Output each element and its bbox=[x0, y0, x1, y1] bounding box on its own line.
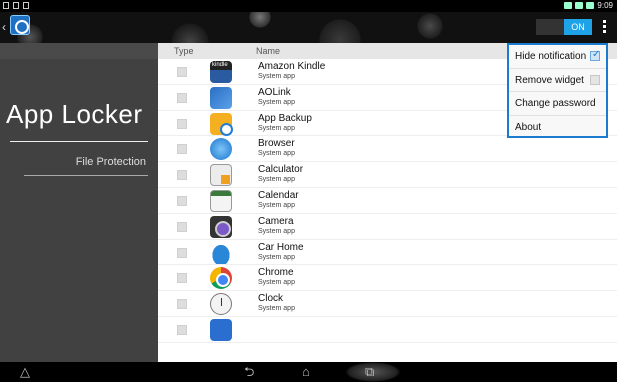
lock-checkbox[interactable] bbox=[177, 299, 187, 310]
notification-icons bbox=[3, 2, 29, 9]
app-name: Camera bbox=[258, 215, 294, 227]
app-backup-icon bbox=[210, 112, 233, 136]
menu-item-hide-notification[interactable]: Hide notification bbox=[509, 45, 606, 69]
list-item[interactable]: Calculator System app bbox=[158, 162, 617, 188]
clock-time: 9:09 bbox=[597, 1, 613, 10]
app-type: System app bbox=[258, 279, 295, 287]
app-type: System app bbox=[258, 201, 295, 209]
menu-item-about[interactable]: About bbox=[509, 116, 606, 140]
lock-checkbox[interactable] bbox=[177, 273, 187, 284]
notification-icon bbox=[23, 2, 29, 9]
list-item[interactable] bbox=[158, 317, 617, 343]
lock-checkbox[interactable] bbox=[177, 144, 187, 155]
calendar-icon bbox=[210, 189, 232, 212]
back-caret-icon[interactable]: ‹ bbox=[2, 20, 6, 34]
menu-item-change-password[interactable]: Change password bbox=[509, 92, 606, 116]
app-name: Calculator bbox=[258, 164, 304, 176]
browser-icon bbox=[210, 138, 232, 161]
app-type: System app bbox=[258, 176, 295, 184]
app-name: Calendar bbox=[258, 189, 299, 201]
app-type: System app bbox=[258, 124, 295, 132]
lock-checkbox[interactable] bbox=[177, 92, 187, 103]
app-name: Clock bbox=[258, 293, 284, 305]
status-bar: 9:09 bbox=[0, 0, 617, 12]
lock-checkbox[interactable] bbox=[177, 170, 187, 181]
column-header-type: Type bbox=[174, 46, 194, 56]
app-name: Chrome bbox=[258, 267, 294, 279]
lock-checkbox[interactable] bbox=[177, 221, 187, 232]
lock-checkbox[interactable] bbox=[177, 324, 187, 335]
lock-checkbox[interactable] bbox=[177, 195, 187, 206]
recent-apps-icon[interactable]: ⧉ bbox=[365, 364, 374, 380]
navigation-bar: △ ⮌ ⌂ ⧉ bbox=[0, 362, 617, 382]
battery-icon bbox=[586, 2, 595, 9]
app-title: App Locker bbox=[6, 99, 143, 129]
camera-icon bbox=[210, 215, 232, 238]
system-icons: 9:09 bbox=[564, 1, 613, 10]
app-icon bbox=[210, 318, 232, 341]
car-home-icon bbox=[210, 241, 232, 264]
action-bar: ‹ ON bbox=[0, 12, 617, 43]
app-locker-icon[interactable] bbox=[10, 15, 30, 35]
collapse-icon[interactable]: △ bbox=[20, 364, 30, 380]
menu-item-label: Hide notification bbox=[515, 51, 587, 62]
app-type: System app bbox=[258, 305, 295, 313]
calculator-icon bbox=[210, 164, 232, 187]
wifi-icon bbox=[575, 2, 584, 9]
lock-checkbox[interactable] bbox=[177, 67, 187, 77]
aolink-icon bbox=[210, 86, 232, 109]
list-item[interactable]: Chrome System app bbox=[158, 265, 617, 292]
app-type: System app bbox=[258, 73, 295, 80]
lock-checkbox[interactable] bbox=[177, 118, 187, 129]
lock-checkbox[interactable] bbox=[177, 247, 187, 258]
app-type: System app bbox=[258, 98, 295, 106]
app-type: System app bbox=[258, 150, 295, 158]
app-name: Amazon Kindle bbox=[258, 61, 326, 72]
hide-notification-checkbox[interactable] bbox=[590, 49, 600, 61]
divider bbox=[10, 141, 148, 142]
list-item[interactable]: Browser System app bbox=[158, 136, 617, 163]
toggle-on-label: ON bbox=[564, 19, 592, 35]
home-icon[interactable]: ⌂ bbox=[302, 364, 310, 380]
divider bbox=[24, 175, 148, 176]
sidebar: App Locker File Protection bbox=[0, 43, 158, 362]
list-item[interactable]: Camera System app bbox=[158, 214, 617, 240]
kindle-icon bbox=[210, 61, 232, 83]
overflow-menu-icon[interactable] bbox=[603, 20, 607, 35]
app-name: AOLink bbox=[258, 86, 291, 98]
app-locker-toggle[interactable]: ON bbox=[536, 19, 592, 35]
menu-item-label: Remove widget bbox=[515, 74, 584, 86]
app-name: Car Home bbox=[258, 241, 304, 253]
menu-item-label: About bbox=[515, 121, 542, 133]
menu-item-remove-widget[interactable]: Remove widget bbox=[509, 69, 606, 92]
notification-icon bbox=[3, 2, 9, 9]
signal-icon bbox=[564, 2, 573, 9]
overflow-menu: Hide notification Remove widget Change p… bbox=[507, 43, 608, 138]
toggle-off-side bbox=[536, 19, 564, 35]
sidebar-item-file-protection[interactable]: File Protection bbox=[76, 156, 146, 168]
menu-item-label: Change password bbox=[515, 98, 596, 109]
app-name: App Backup bbox=[258, 112, 312, 124]
remove-widget-checkbox[interactable] bbox=[590, 74, 600, 85]
app-name: Browser bbox=[258, 138, 295, 150]
list-item[interactable]: Calendar System app bbox=[158, 188, 617, 214]
app-type: System app bbox=[258, 253, 295, 261]
notification-icon bbox=[13, 2, 19, 9]
app-type: System app bbox=[258, 227, 295, 235]
list-item[interactable]: Car Home System app bbox=[158, 240, 617, 266]
list-item[interactable]: Clock System app bbox=[158, 291, 617, 317]
back-icon[interactable]: ⮌ bbox=[244, 364, 254, 380]
clock-icon bbox=[210, 293, 232, 316]
chrome-icon bbox=[210, 267, 232, 290]
column-header-name: Name bbox=[256, 46, 281, 56]
